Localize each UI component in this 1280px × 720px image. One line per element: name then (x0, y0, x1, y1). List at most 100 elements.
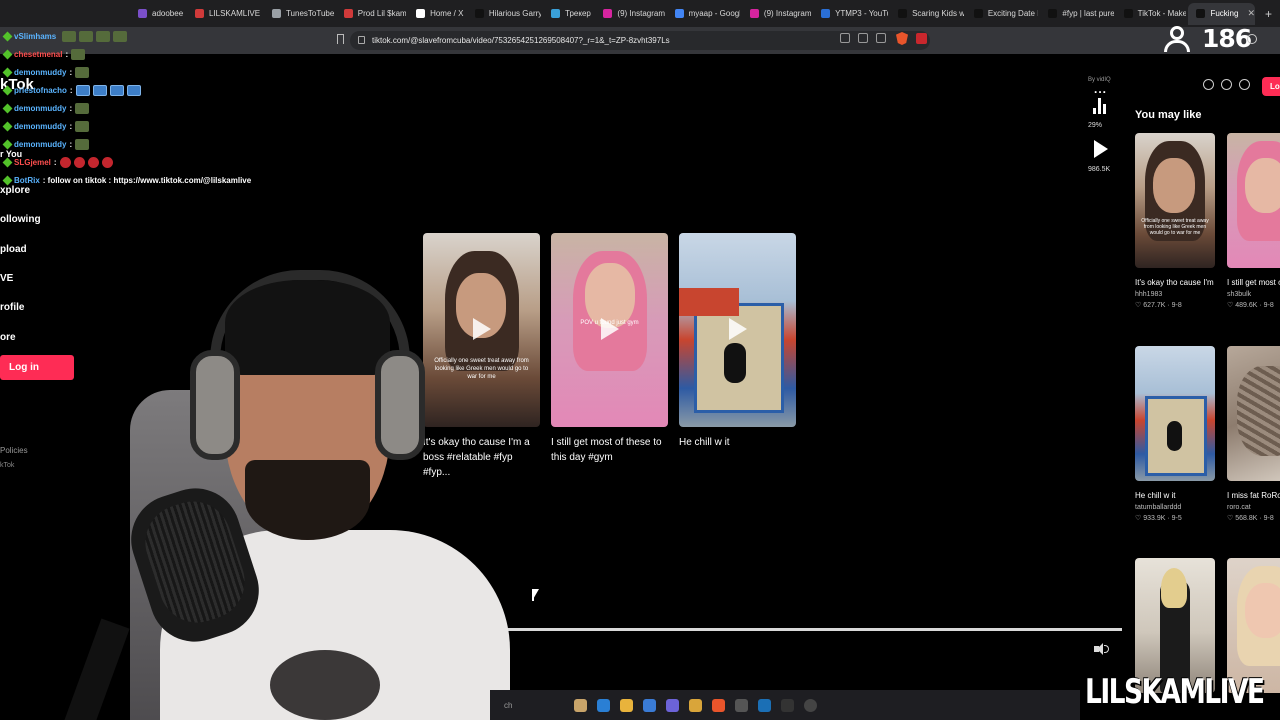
browser-tab[interactable]: #fyp | last pure (1040, 3, 1114, 25)
volume-icon[interactable] (1094, 643, 1109, 655)
related-video-title[interactable]: I still get most of these to this day #g… (551, 435, 668, 465)
app3-icon[interactable] (804, 698, 817, 712)
browser-tab[interactable]: Fucking ✕ (1188, 2, 1255, 25)
more-options-icon[interactable]: ... (1094, 82, 1107, 96)
brave-icon[interactable] (712, 698, 725, 712)
suggested-title[interactable]: I miss fat RoRo #catsoftiktok... (1227, 488, 1280, 503)
steam-icon[interactable] (758, 698, 771, 712)
suggested-title[interactable]: I still get most of these to this d... (1227, 275, 1280, 290)
discord-icon[interactable] (666, 698, 679, 712)
suggested-video[interactable]: I still get most of these to this d...sh… (1227, 133, 1280, 309)
chat-badge-icon (2, 85, 13, 95)
tab-label: Hilarious Garry (488, 9, 542, 18)
tab-favicon-icon (973, 9, 983, 18)
suggested-thumbnail[interactable] (1227, 133, 1280, 268)
browser-tab[interactable]: (9) Instagram (742, 3, 811, 25)
nav-for-you[interactable]: r You (0, 149, 22, 159)
chat-badge-icon (2, 139, 13, 149)
folder-icon[interactable] (620, 698, 633, 712)
browser-tab[interactable]: (9) Instagram (595, 3, 665, 25)
taskbar-search[interactable]: ch (504, 701, 564, 710)
viewers-icon (1160, 25, 1196, 52)
tab-label: Home / X (430, 9, 464, 18)
related-video-title[interactable]: He chill w it (679, 435, 796, 450)
chat-emote-icon (109, 84, 124, 96)
widget-icon[interactable] (574, 698, 587, 712)
suggested-author[interactable]: hhh1983 (1135, 291, 1215, 298)
related-video-card[interactable]: He chill w it (679, 233, 796, 480)
chat-emote-icon (71, 48, 86, 60)
coin-icon[interactable] (1203, 79, 1214, 90)
address-actions (840, 33, 886, 43)
chat-text: : (69, 139, 73, 149)
chat-text: : (69, 121, 73, 131)
browser-tab[interactable]: adoobee (130, 3, 185, 25)
browser-tab[interactable]: TikTok - Make (1116, 3, 1186, 25)
download-icon[interactable] (1239, 79, 1250, 90)
browser-tab[interactable]: Hilarious Garry (467, 3, 541, 25)
tab-favicon-icon (821, 9, 831, 18)
suggested-author[interactable]: sh3bulk (1227, 291, 1280, 298)
browser-tab[interactable]: Scaring Kids w (890, 3, 964, 25)
suggested-video[interactable]: Officially one sweet treat away from loo… (1135, 133, 1215, 309)
device-icon[interactable] (1221, 79, 1232, 90)
picture-in-picture-icon[interactable] (858, 33, 868, 43)
stats-icon[interactable] (1093, 98, 1108, 114)
play-icon[interactable] (729, 318, 747, 340)
suggested-thumbnail[interactable]: Officially one sweet treat away from loo… (1135, 133, 1215, 268)
tab-favicon-icon (1123, 9, 1133, 18)
new-tab-button[interactable]: + (1257, 7, 1280, 21)
extension-icon[interactable] (916, 33, 927, 44)
share-icon[interactable] (876, 33, 886, 43)
chat-emote-icon (87, 156, 99, 168)
browser-tab[interactable]: Home / X (408, 3, 465, 25)
login-button-top[interactable]: Lo (1262, 77, 1280, 96)
taskbar: ch (490, 690, 1080, 720)
obs-icon[interactable] (735, 698, 748, 712)
browser-tab[interactable]: YTMP3 - YouTu (813, 3, 888, 25)
site-info-icon[interactable] (358, 36, 365, 44)
browser-tab[interactable]: Exciting Date I (966, 3, 1038, 25)
chat-emote-icon (79, 30, 94, 42)
mic-arm (60, 618, 130, 720)
play-icon[interactable] (601, 318, 619, 340)
browser-tab[interactable]: myaap - Googl (667, 3, 740, 25)
suggested-video[interactable]: He chill w it tatumballarddd ♡ 933.9K · 9-… (1135, 346, 1215, 522)
suggested-author[interactable]: tatumballarddd (1135, 504, 1215, 511)
tab-favicon-icon (898, 9, 908, 18)
chat-message: SLGjemel: (0, 153, 260, 171)
suggested-thumbnail[interactable] (1135, 346, 1215, 481)
video-progress-bar[interactable] (485, 628, 1122, 631)
settings-icon[interactable] (1247, 34, 1257, 44)
browser-tab[interactable]: Prod Lil $kam (336, 3, 406, 25)
browser-tab[interactable]: LILSKAMLIVE C (187, 3, 262, 25)
mute-icon[interactable] (840, 33, 850, 43)
suggested-title[interactable]: He chill w it (1135, 488, 1215, 503)
suggested-title[interactable]: It's okay tho cause I'm a boss #relatab.… (1135, 275, 1215, 290)
app-icon[interactable] (689, 698, 702, 712)
close-tab-icon[interactable]: ✕ (1247, 8, 1255, 19)
tab-label: Трекер (565, 9, 591, 18)
bookmark-icon[interactable] (337, 34, 344, 44)
nav-item[interactable]: ollowing (0, 205, 41, 234)
chat-emote-icon (75, 138, 90, 150)
headphone-right (375, 350, 425, 460)
suggested-video[interactable]: I miss fat RoRo #catsoftiktok...roro.cat… (1227, 346, 1280, 522)
tab-favicon-icon (194, 9, 204, 18)
browser-tab[interactable]: Трекер (543, 3, 593, 25)
edge-icon[interactable] (597, 698, 610, 712)
video-thumbnail[interactable] (679, 233, 796, 427)
related-video-card[interactable]: POV u found just gym I still get most of … (551, 233, 668, 480)
store-icon[interactable] (643, 698, 656, 712)
chat-badge-icon (2, 121, 13, 131)
suggested-thumbnail[interactable] (1227, 346, 1280, 481)
browser-tab[interactable]: TunesToTube (264, 3, 334, 25)
chat-text: : (69, 67, 73, 77)
shirt-graphic (270, 650, 380, 720)
suggested-author[interactable]: roro.cat (1227, 504, 1280, 511)
video-thumbnail[interactable]: POV u found just gym (551, 233, 668, 427)
app2-icon[interactable] (781, 698, 794, 712)
chat-emote-icon (75, 102, 90, 114)
tab-favicon-icon (474, 9, 484, 18)
chat-emote-icon (113, 30, 128, 42)
